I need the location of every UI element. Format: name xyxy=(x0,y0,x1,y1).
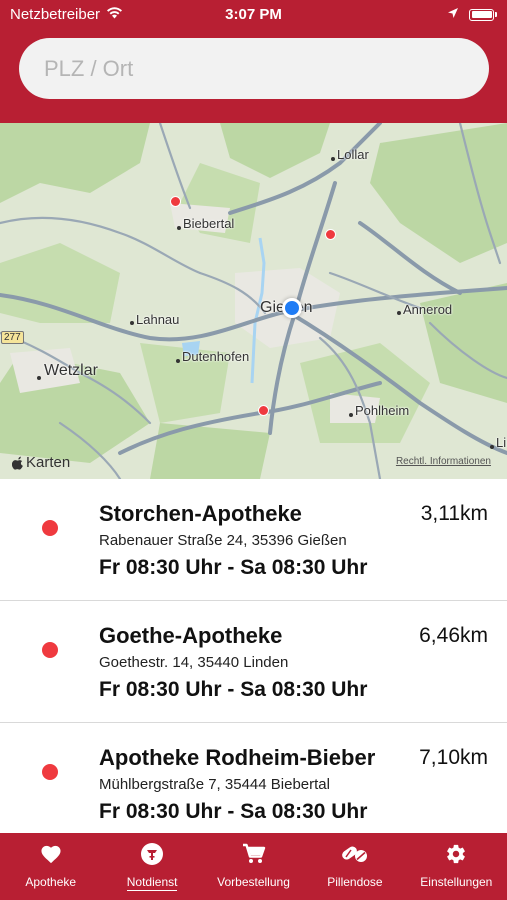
gear-icon xyxy=(445,841,467,867)
apple-logo-icon xyxy=(12,456,24,470)
pharmacy-hours: Fr 08:30 Uhr - Sa 08:30 Uhr xyxy=(99,678,368,701)
pharmacy-hours: Fr 08:30 Uhr - Sa 08:30 Uhr xyxy=(99,556,368,579)
list-item[interactable]: Storchen-Apotheke Rabenauer Straße 24, 3… xyxy=(0,479,507,601)
tab-pillendose[interactable]: Pillendose xyxy=(304,833,405,900)
attribution-label: Karten xyxy=(26,454,71,471)
pharmacy-map-pin[interactable] xyxy=(170,196,181,207)
tab-notdienst[interactable]: Notdienst xyxy=(101,833,202,900)
pharmacy-name: Goethe-Apotheke xyxy=(99,623,283,648)
place-dot xyxy=(37,376,41,380)
pharmacy-name: Storchen-Apotheke xyxy=(99,501,302,526)
map-label-pohlheim: Pohlheim xyxy=(355,403,410,418)
status-right xyxy=(447,6,497,23)
pharmacy-hours: Fr 08:30 Uhr - Sa 08:30 Uhr xyxy=(99,800,368,823)
tab-label: Pillendose xyxy=(327,875,383,889)
pharmacy-list[interactable]: Storchen-Apotheke Rabenauer Straße 24, 3… xyxy=(0,479,507,833)
pharmacy-map-pin[interactable] xyxy=(258,405,269,416)
cart-icon xyxy=(242,841,266,867)
pharmacy-address: Mühlbergstraße 7, 35444 Biebertal xyxy=(99,776,330,793)
tab-vorbestellung[interactable]: Vorbestellung xyxy=(203,833,304,900)
place-dot xyxy=(490,445,494,449)
map-view[interactable]: 277 Lollar Biebertal Gießen Annerod Lahn… xyxy=(0,123,507,479)
map-label-annerod: Annerod xyxy=(403,302,453,317)
place-dot xyxy=(130,321,134,325)
road-badge: 277 xyxy=(1,331,24,344)
pharmacy-distance: 3,11km xyxy=(420,502,488,525)
tab-einstellungen[interactable]: Einstellungen xyxy=(406,833,507,900)
tab-label: Vorbestellung xyxy=(217,875,290,889)
search-input[interactable] xyxy=(19,38,489,99)
heart-icon xyxy=(40,841,62,867)
pharmacy-marker-icon xyxy=(42,520,58,536)
pharmacy-address: Rabenauer Straße 24, 35396 Gießen xyxy=(99,532,347,549)
map-label-biebertal: Biebertal xyxy=(183,216,235,231)
place-dot xyxy=(177,226,181,230)
battery-icon xyxy=(469,8,494,21)
tab-label: Einstellungen xyxy=(420,875,493,889)
current-location-pin xyxy=(282,298,302,318)
map-label-wetzlar: Wetzlar xyxy=(44,362,98,379)
pills-icon xyxy=(341,841,369,867)
header: Netzbetreiber 3:07 PM xyxy=(0,0,507,123)
emergency-icon xyxy=(140,841,164,867)
tab-label: Apotheke xyxy=(25,875,77,889)
pharmacy-marker-icon xyxy=(42,642,58,658)
list-item[interactable]: Goethe-Apotheke Goethestr. 14, 35440 Lin… xyxy=(0,601,507,723)
place-dot xyxy=(176,359,180,363)
pharmacy-map-pin[interactable] xyxy=(325,229,336,240)
pharmacy-marker-icon xyxy=(42,764,58,780)
pharmacy-address: Goethestr. 14, 35440 Linden xyxy=(99,654,289,671)
status-bar: Netzbetreiber 3:07 PM xyxy=(0,0,507,30)
map-background xyxy=(0,123,507,479)
tab-label: Notdienst xyxy=(126,875,178,891)
pharmacy-distance: 7,10km xyxy=(419,746,488,769)
location-arrow-icon xyxy=(447,6,459,23)
status-time: 3:07 PM xyxy=(225,6,282,23)
list-item[interactable]: Apotheke Rodheim-Bieber Mühlbergstraße 7… xyxy=(0,723,507,833)
map-label-lahnau: Lahnau xyxy=(136,312,180,327)
place-dot xyxy=(349,413,353,417)
pharmacy-name: Apotheke Rodheim-Bieber xyxy=(99,745,376,770)
place-dot xyxy=(397,311,401,315)
map-label-dutenhofen: Dutenhofen xyxy=(182,349,250,364)
tab-apotheke[interactable]: Apotheke xyxy=(0,833,101,900)
tab-bar: Apotheke Notdienst Vorbestellung Pillend… xyxy=(0,833,507,900)
battery-tip xyxy=(495,12,497,17)
search-field[interactable] xyxy=(19,38,489,99)
map-label-lollar: Lollar xyxy=(337,147,369,162)
place-dot xyxy=(331,157,335,161)
legal-link[interactable]: Rechtl. Informationen xyxy=(396,456,491,467)
map-attribution: Karten xyxy=(12,454,70,471)
map-label-li: Li xyxy=(496,435,507,450)
pharmacy-distance: 6,46km xyxy=(419,624,488,647)
